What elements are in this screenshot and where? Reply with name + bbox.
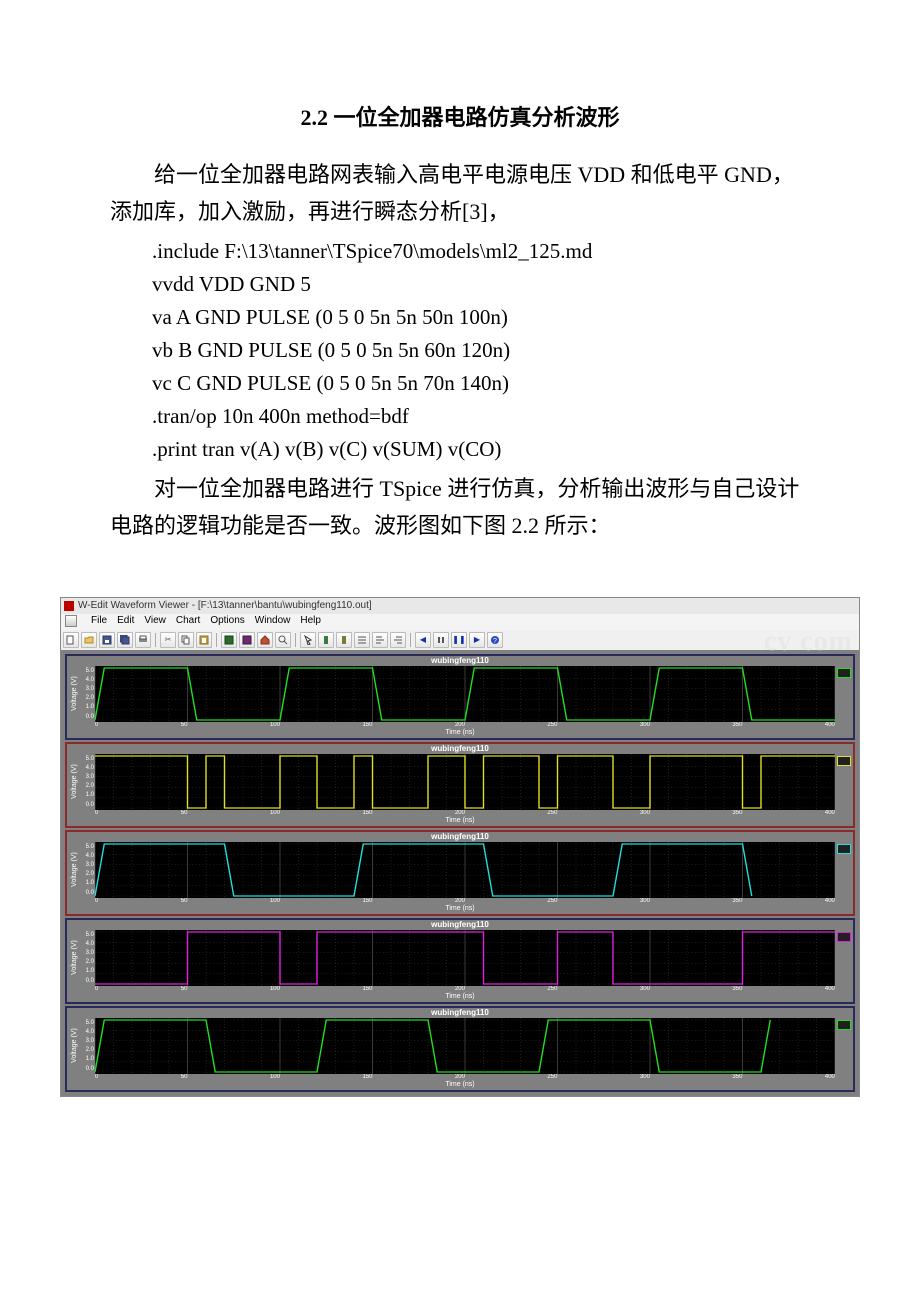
wedit-window: W-Edit Waveform Viewer - [F:\13\tanner\b…: [60, 597, 860, 1097]
plot-area[interactable]: [95, 930, 835, 986]
save-icon[interactable]: [99, 632, 115, 648]
chart-title: wubingfeng110: [67, 832, 853, 842]
next-icon[interactable]: ▶: [469, 632, 485, 648]
x-axis-label: Time (ns): [67, 904, 853, 914]
save-all-icon[interactable]: [117, 632, 133, 648]
menu-chart[interactable]: Chart: [176, 615, 200, 629]
paste-icon[interactable]: [196, 632, 212, 648]
svg-text:?: ?: [493, 638, 497, 645]
window-title: W-Edit Waveform Viewer - [F:\13\tanner\b…: [78, 600, 372, 611]
new-icon[interactable]: [63, 632, 79, 648]
toolbar: ✂ ◀ ❚❚ ▶ ? cv com: [61, 630, 859, 650]
open-icon[interactable]: [81, 632, 97, 648]
menu-edit[interactable]: Edit: [117, 615, 134, 629]
code-vb: vb B GND PULSE (0 5 0 5n 5n 60n 120n): [110, 338, 810, 363]
charts-area: wubingfeng110Voltage (V)5.04.03.02.01.00…: [61, 650, 859, 1096]
x-axis-label: Time (ns): [67, 728, 853, 738]
y-axis-label: Voltage (V): [67, 1018, 81, 1074]
copy-icon[interactable]: [178, 632, 194, 648]
menu-options[interactable]: Options: [210, 615, 244, 629]
window-titlebar: W-Edit Waveform Viewer - [F:\13\tanner\b…: [61, 598, 859, 614]
plot-area[interactable]: [95, 754, 835, 810]
menu-help[interactable]: Help: [300, 615, 321, 629]
legend: [835, 842, 853, 898]
menubar: File Edit View Chart Options Window Help: [61, 614, 859, 630]
x-axis-label: Time (ns): [67, 816, 853, 826]
stop-icon[interactable]: [433, 632, 449, 648]
chart-block-1[interactable]: wubingfeng110Voltage (V)5.04.03.02.01.00…: [65, 742, 855, 828]
para-outro: 对一位全加器电路进行 TSpice 进行仿真，分析输出波形与自己设计电路的逻辑功…: [110, 470, 810, 545]
para-intro: 给一位全加器电路网表输入高电平电源电压 VDD 和低电平 GND，添加库，加入激…: [110, 156, 810, 231]
y-ticks: 5.04.03.02.01.00.0: [81, 930, 95, 986]
y-axis-label: Voltage (V): [67, 754, 81, 810]
menu-view[interactable]: View: [144, 615, 166, 629]
align-icon-1[interactable]: [354, 632, 370, 648]
menu-file[interactable]: File: [91, 615, 107, 629]
y-axis-label: Voltage (V): [67, 842, 81, 898]
chart-title: wubingfeng110: [67, 1008, 853, 1018]
app-icon: [64, 601, 74, 611]
chart-block-2[interactable]: wubingfeng110Voltage (V)5.04.03.02.01.00…: [65, 830, 855, 916]
chart-title: wubingfeng110: [67, 656, 853, 666]
cursor-icon[interactable]: [300, 632, 316, 648]
marker-icon-1[interactable]: [318, 632, 334, 648]
pause-icon[interactable]: ❚❚: [451, 632, 467, 648]
legend: [835, 930, 853, 986]
chart-icon-1[interactable]: [221, 632, 237, 648]
marker-icon-2[interactable]: [336, 632, 352, 648]
prev-icon[interactable]: ◀: [415, 632, 431, 648]
code-vc: vc C GND PULSE (0 5 0 5n 5n 70n 140n): [110, 371, 810, 396]
chart-title: wubingfeng110: [67, 744, 853, 754]
code-print: .print tran v(A) v(B) v(C) v(SUM) v(CO): [110, 437, 810, 462]
y-axis-label: Voltage (V): [67, 930, 81, 986]
plot-area[interactable]: [95, 842, 835, 898]
legend: [835, 754, 853, 810]
chart-title: wubingfeng110: [67, 920, 853, 930]
code-vvdd: vvdd VDD GND 5: [110, 272, 810, 297]
y-ticks: 5.04.03.02.01.00.0: [81, 842, 95, 898]
zoom-icon[interactable]: [275, 632, 291, 648]
plot-area[interactable]: [95, 666, 835, 722]
cut-icon[interactable]: ✂: [160, 632, 176, 648]
menu-window[interactable]: Window: [255, 615, 291, 629]
x-axis-label: Time (ns): [67, 1080, 853, 1090]
y-ticks: 5.04.03.02.01.00.0: [81, 1018, 95, 1074]
y-axis-label: Voltage (V): [67, 666, 81, 722]
x-axis-label: Time (ns): [67, 992, 853, 1002]
align-icon-3[interactable]: [390, 632, 406, 648]
chart-block-0[interactable]: wubingfeng110Voltage (V)5.04.03.02.01.00…: [65, 654, 855, 740]
chart-block-4[interactable]: wubingfeng110Voltage (V)5.04.03.02.01.00…: [65, 1006, 855, 1092]
print-icon[interactable]: [135, 632, 151, 648]
legend: [835, 666, 853, 722]
code-tran: .tran/op 10n 400n method=bdf: [110, 404, 810, 429]
y-ticks: 5.04.03.02.01.00.0: [81, 754, 95, 810]
home-icon[interactable]: [257, 632, 273, 648]
doc-icon: [65, 615, 77, 627]
plot-area[interactable]: [95, 1018, 835, 1074]
code-include: .include F:\13\tanner\TSpice70\models\ml…: [110, 239, 810, 264]
legend: [835, 1018, 853, 1074]
chart-icon-2[interactable]: [239, 632, 255, 648]
section-title: 2.2 一位全加器电路仿真分析波形: [110, 100, 810, 132]
help-icon[interactable]: ?: [487, 632, 503, 648]
align-icon-2[interactable]: [372, 632, 388, 648]
chart-block-3[interactable]: wubingfeng110Voltage (V)5.04.03.02.01.00…: [65, 918, 855, 1004]
code-va: va A GND PULSE (0 5 0 5n 5n 50n 100n): [110, 305, 810, 330]
y-ticks: 5.04.03.02.01.00.0: [81, 666, 95, 722]
